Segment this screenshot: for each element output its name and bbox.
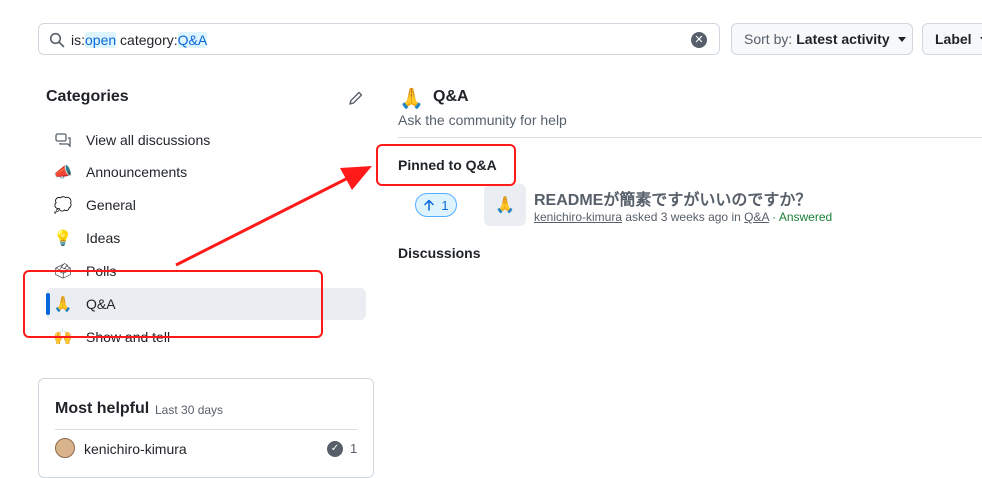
annotation-arrow xyxy=(175,166,372,267)
